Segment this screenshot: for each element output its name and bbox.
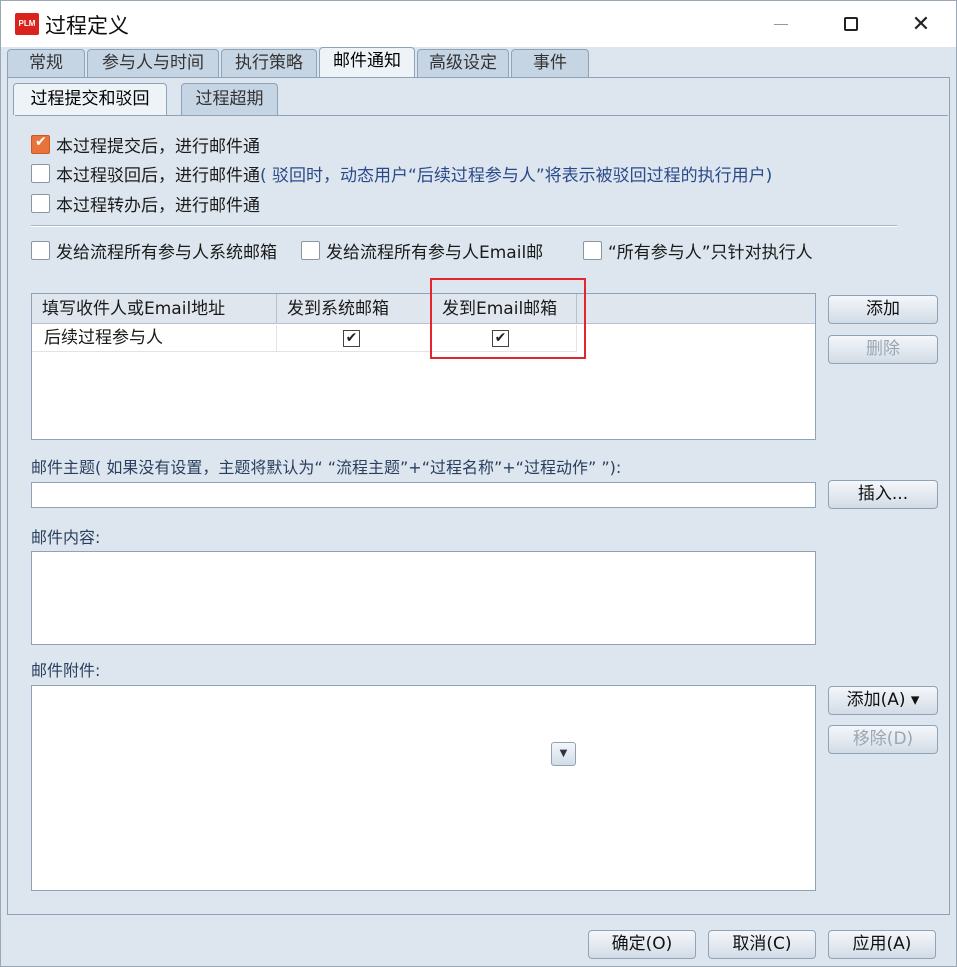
add-recipient-button[interactable]: 添加 — [828, 295, 938, 324]
system-mailbox-checkbox[interactable]: ✔ — [343, 330, 360, 347]
column-header-system-mailbox[interactable]: 发到系统邮箱 — [277, 294, 432, 324]
send-all-system-label: 发给流程所有参与人系统邮箱 — [56, 243, 277, 263]
tab-general[interactable]: 常规 — [7, 49, 85, 78]
recipient-name-cell[interactable]: 后续过程参与人 — [32, 325, 277, 352]
close-icon: ✕ — [911, 11, 931, 37]
cancel-button[interactable]: 取消(C) — [708, 930, 816, 959]
send-all-system-checkbox[interactable] — [31, 241, 50, 260]
notify-reject-hint: ( 驳回时，动态用户“后续过程参与人”将表示被驳回过程的执行用户) — [260, 166, 773, 186]
notify-submit-label: 本过程提交后，进行邮件通 — [56, 137, 260, 157]
executor-only-checkbox[interactable] — [583, 241, 602, 260]
column-header-email-mailbox[interactable]: 发到Email邮箱 — [432, 294, 577, 324]
chevron-down-icon[interactable]: ▼ — [551, 742, 576, 766]
subject-input[interactable] — [31, 482, 816, 508]
notify-reject-label: 本过程驳回后，进行邮件通 — [56, 166, 260, 186]
window-title: 过程定义 — [45, 14, 129, 38]
subtab-submit-reject[interactable]: 过程提交和驳回 — [13, 83, 167, 115]
tab-advanced[interactable]: 高级设定 — [417, 49, 509, 78]
notify-transfer-checkbox[interactable] — [31, 194, 50, 213]
maximize-button[interactable] — [816, 1, 886, 47]
plm-app-icon: PLM — [15, 13, 39, 35]
minimize-button[interactable] — [746, 1, 816, 47]
notify-reject-option[interactable]: 本过程驳回后，进行邮件通 ( 驳回时，动态用户“后续过程参与人”将表示被驳回过程… — [31, 161, 772, 186]
close-button[interactable]: ✕ — [886, 1, 956, 47]
attachment-label: 邮件附件: — [31, 661, 101, 680]
ok-button[interactable]: 确定(O) — [588, 930, 696, 959]
tab-mail-notify[interactable]: 邮件通知 — [319, 47, 415, 78]
recipients-table[interactable]: 填写收件人或Email地址 发到系统邮箱 发到Email邮箱 后续过程参与人 ✔… — [31, 293, 816, 440]
minimize-icon — [774, 23, 788, 25]
apply-button[interactable]: 应用(A) — [828, 930, 936, 959]
divider — [31, 225, 897, 227]
send-all-email-label: 发给流程所有参与人Email邮 — [326, 243, 544, 263]
notify-submit-checkbox[interactable] — [31, 134, 50, 154]
insert-button[interactable]: 插入... — [828, 480, 938, 509]
attach-add-button[interactable]: 添加(A) ▾ — [828, 686, 938, 715]
email-mailbox-cell[interactable]: ✔ — [432, 325, 577, 352]
send-all-email-option[interactable]: 发给流程所有参与人Email邮 — [301, 238, 581, 263]
subject-label: 邮件主题( 如果没有设置，主题将默认为“ “流程主题”+“过程名称”+“过程动作… — [31, 458, 622, 477]
attach-remove-button[interactable]: 移除(D) — [828, 725, 938, 754]
send-all-system-option[interactable]: 发给流程所有参与人系统邮箱 — [31, 238, 301, 263]
delete-recipient-button[interactable]: 删除 — [828, 335, 938, 364]
tab-participants-time[interactable]: 参与人与时间 — [87, 49, 219, 78]
content-textarea[interactable] — [31, 551, 816, 645]
notify-transfer-label: 本过程转办后，进行邮件通 — [56, 196, 260, 216]
notify-reject-checkbox[interactable] — [31, 164, 50, 183]
column-header-empty — [577, 294, 815, 324]
tab-execution-strategy[interactable]: 执行策略 — [221, 49, 317, 78]
notify-transfer-option[interactable]: 本过程转办后，进行邮件通 — [31, 191, 260, 216]
system-mailbox-cell[interactable]: ✔ — [277, 325, 432, 352]
content-label: 邮件内容: — [31, 528, 101, 547]
dialog-window: PLM 过程定义 ✕ 常规 参与人与时间 执行策略 邮件通知 高级设定 事件 过… — [0, 0, 957, 967]
column-header-recipient[interactable]: 填写收件人或Email地址 — [32, 294, 277, 324]
notify-submit-option[interactable]: 本过程提交后，进行邮件通 — [31, 132, 260, 157]
email-mailbox-checkbox[interactable]: ✔ — [492, 330, 509, 347]
maximize-icon — [844, 17, 858, 31]
subtab-overdue[interactable]: 过程超期 — [181, 83, 278, 115]
tab-events[interactable]: 事件 — [511, 49, 589, 78]
attachment-list[interactable] — [31, 685, 816, 891]
executor-only-option[interactable]: “所有参与人”只针对执行人 — [583, 238, 851, 263]
executor-only-label: “所有参与人”只针对执行人 — [608, 243, 813, 263]
send-all-email-checkbox[interactable] — [301, 241, 320, 260]
title-bar: PLM 过程定义 ✕ — [1, 1, 956, 47]
